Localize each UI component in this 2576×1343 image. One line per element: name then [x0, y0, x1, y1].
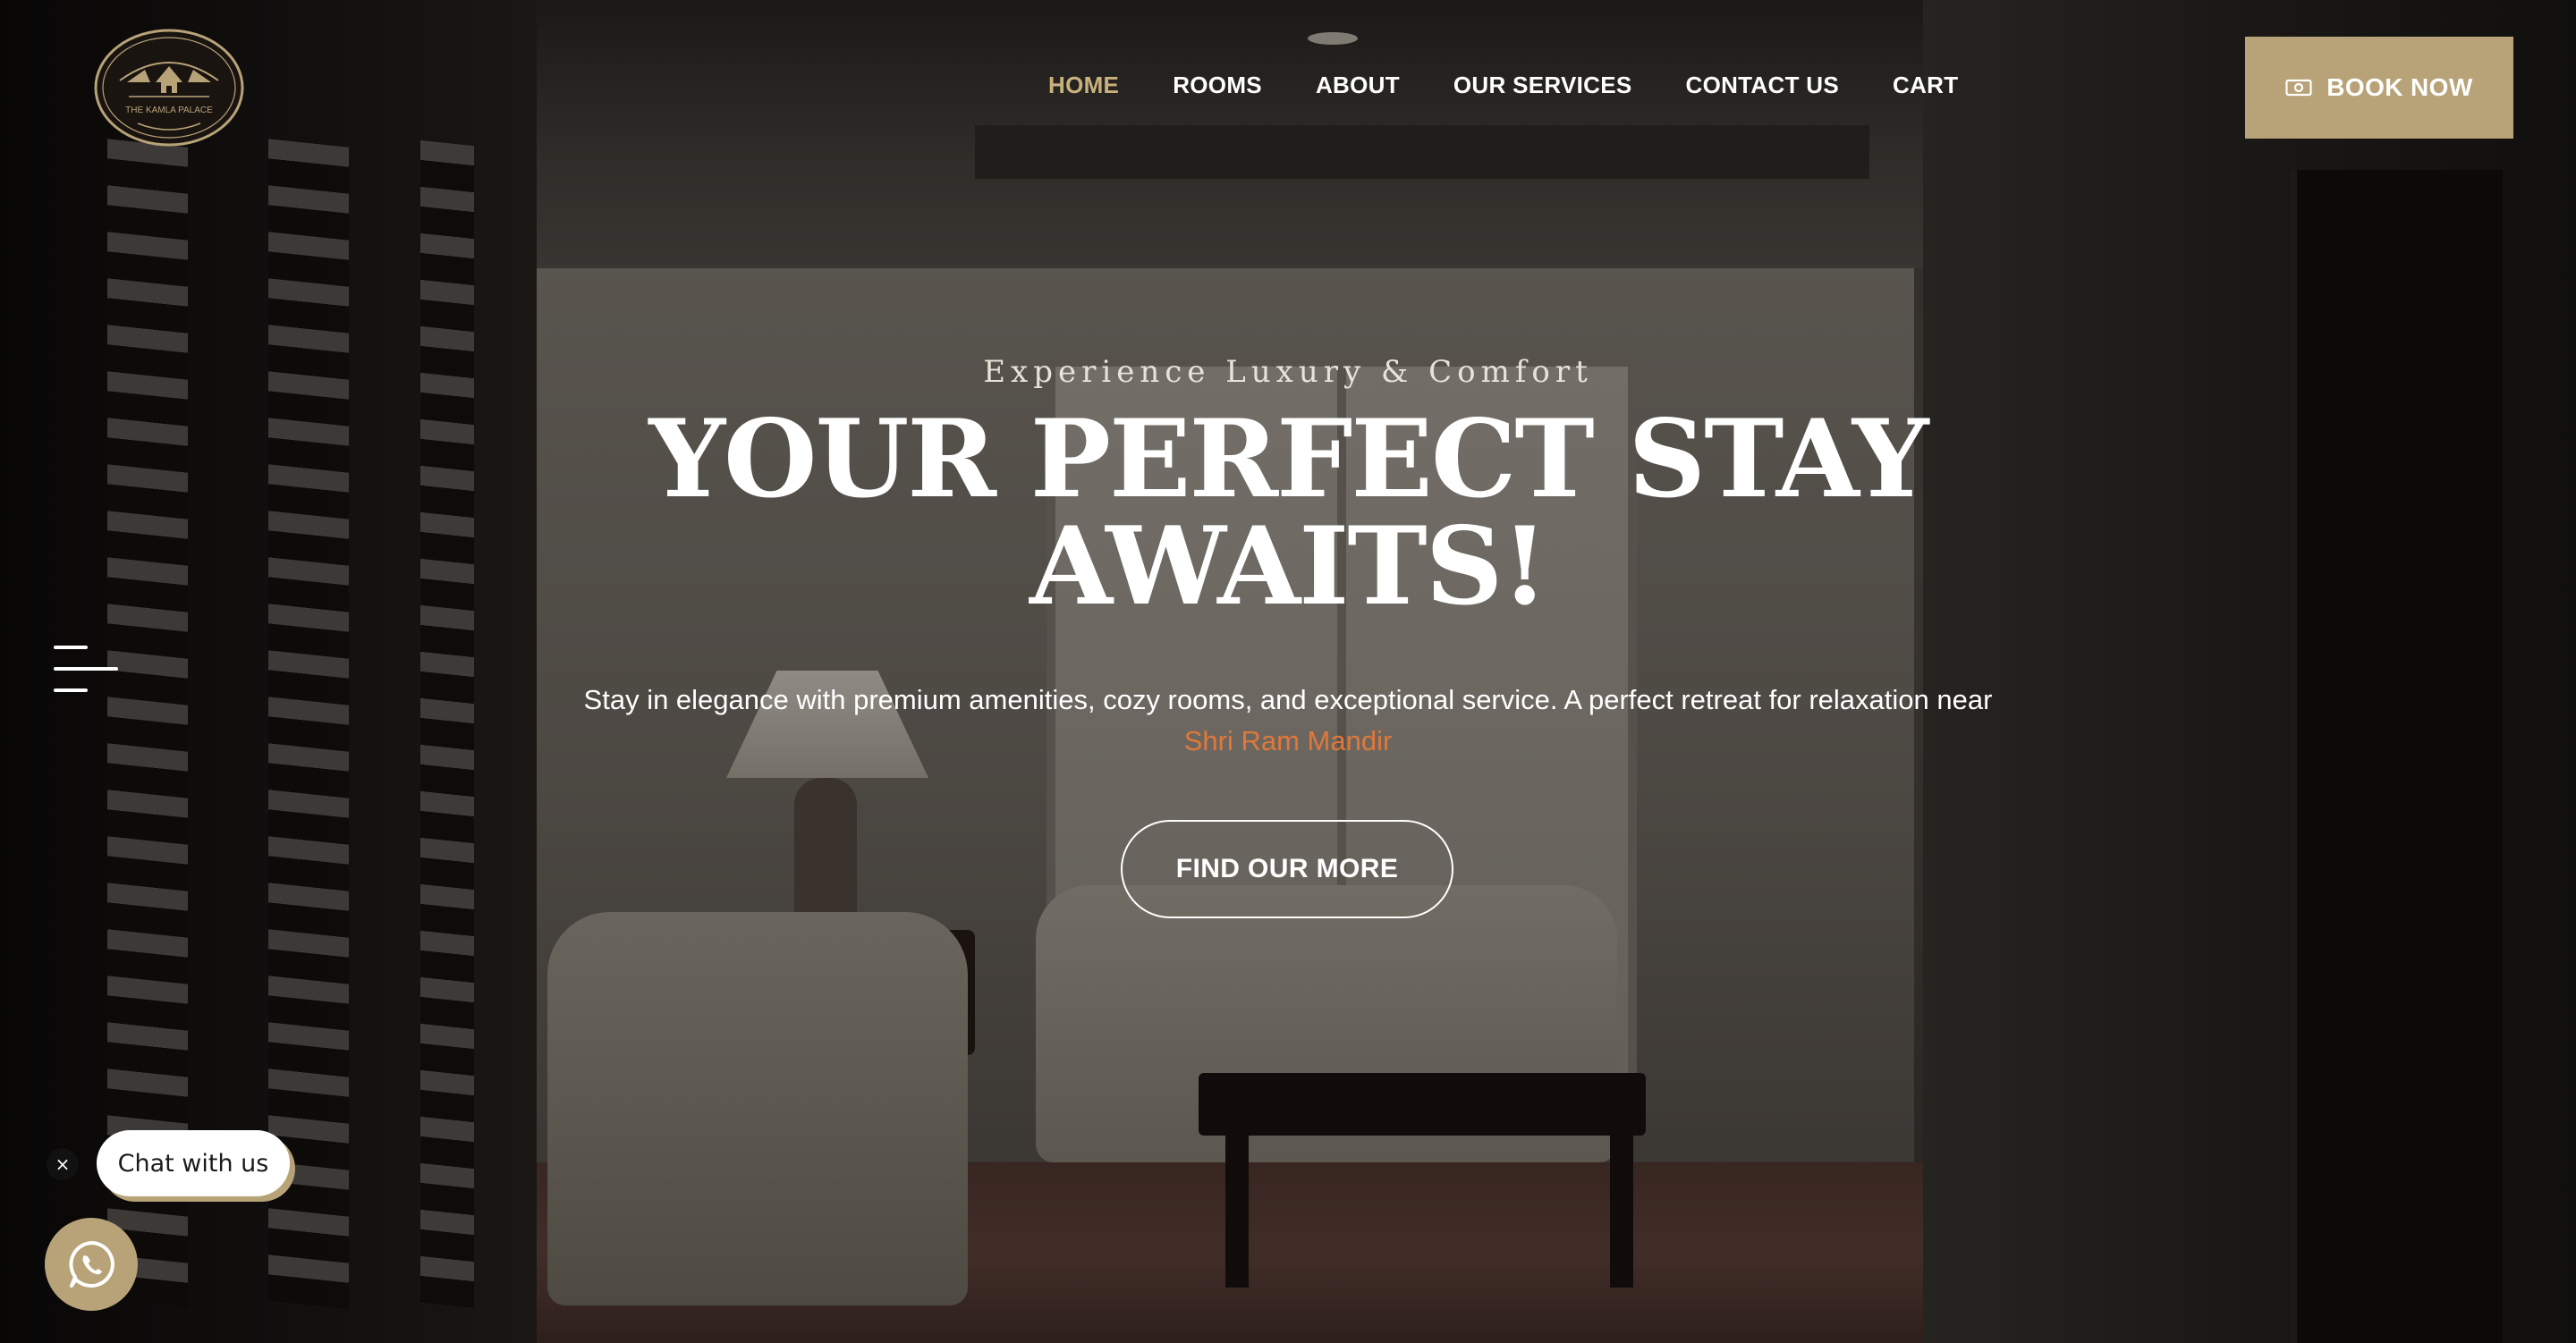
nav-item-our-services[interactable]: OUR SERVICES [1453, 72, 1632, 99]
book-now-button[interactable]: BOOK NOW [2245, 37, 2513, 139]
hero-background-image [0, 0, 2576, 1343]
nav-item-about[interactable]: ABOUT [1316, 72, 1400, 99]
find-out-more-label: FIND OUR MORE [1175, 854, 1399, 883]
chat-close-button[interactable]: × [47, 1148, 79, 1180]
whatsapp-button[interactable] [45, 1218, 138, 1311]
nav-item-home[interactable]: HOME [1048, 72, 1119, 99]
hero-title-line-2: AWAITS! [1029, 503, 1548, 629]
logo-text: THE KAMLA PALACE [125, 106, 213, 115]
menu-line-icon [54, 667, 118, 671]
hero-eyebrow: Experience Luxury & Comfort [983, 354, 1593, 390]
hero-dark-overlay [0, 0, 2576, 1343]
nav-item-cart[interactable]: CART [1893, 72, 1958, 99]
nav-item-contact-us[interactable]: CONTACT US [1686, 72, 1840, 99]
chat-with-us-label: Chat with us [117, 1149, 269, 1178]
hero-description: Stay in elegance with premium amenities,… [572, 680, 2004, 762]
main-nav: HOME ROOMS ABOUT OUR SERVICES CONTACT US… [1048, 72, 2012, 99]
menu-toggle-button[interactable] [54, 646, 118, 699]
hero-title: YOUR PERFECT STAY AWAITS! [572, 406, 2004, 621]
nav-item-rooms[interactable]: ROOMS [1173, 72, 1262, 99]
menu-line-icon [54, 646, 88, 649]
site-logo[interactable]: THE KAMLA PALACE [93, 27, 245, 148]
find-out-more-button[interactable]: FIND OUR MORE [1121, 820, 1453, 918]
logo-emblem-icon: THE KAMLA PALACE [94, 29, 244, 147]
whatsapp-icon [69, 1241, 114, 1288]
hero-location-link[interactable]: Shri Ram Mandir [1184, 725, 1393, 756]
page: THE KAMLA PALACE HOME ROOMS ABOUT OUR SE… [0, 0, 2576, 1343]
money-icon [2285, 79, 2312, 97]
book-now-label: BOOK NOW [2326, 73, 2473, 101]
menu-line-icon [54, 688, 88, 692]
hero-title-line-1: YOUR PERFECT STAY [648, 396, 1928, 522]
hero-description-text: Stay in elegance with premium amenities,… [583, 684, 1993, 715]
chat-with-us-bubble[interactable]: Chat with us [97, 1130, 290, 1196]
